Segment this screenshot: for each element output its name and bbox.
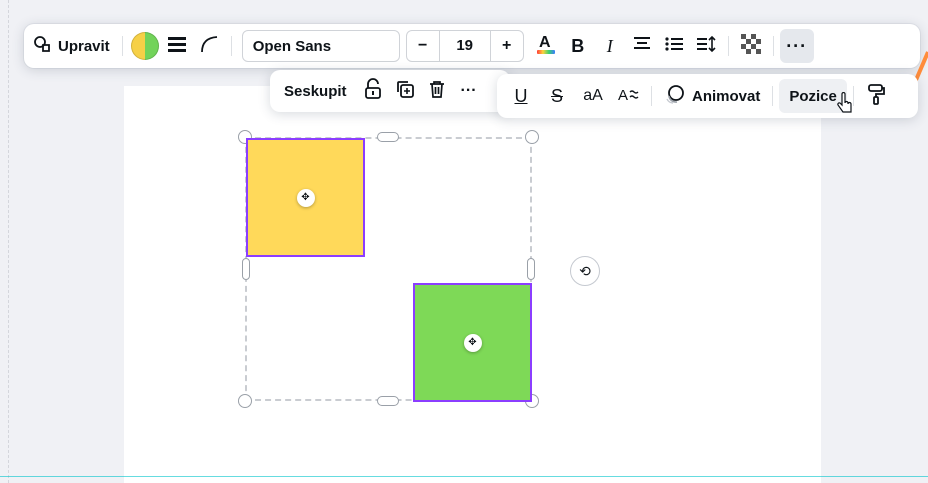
main-toolbar: Upravit Open Sans − 19 + A B I ··· [24, 24, 920, 68]
font-family-select[interactable]: Open Sans [241, 30, 400, 62]
spacing-button[interactable] [690, 30, 722, 62]
font-size-increase-button[interactable]: + [491, 31, 523, 61]
text-color-icon: A [535, 32, 557, 61]
font-size-stepper: − 19 + [405, 30, 524, 62]
list-icon [664, 35, 684, 58]
transparency-icon [740, 33, 761, 59]
strikethrough-button[interactable]: S [541, 80, 573, 112]
edit-button[interactable]: Upravit [24, 30, 116, 62]
paint-roller-icon [866, 83, 886, 110]
resize-handle-top-right[interactable] [525, 130, 539, 144]
resize-handle-bottom-left[interactable] [238, 394, 252, 408]
text-effects-button[interactable]: A [613, 80, 645, 112]
color-button[interactable] [129, 30, 161, 62]
yellow-square[interactable]: ✥ [246, 138, 365, 257]
font-effects-icon: A [618, 85, 640, 108]
animate-button[interactable]: Animovat [658, 80, 766, 112]
spacing-icon [696, 35, 716, 58]
search-edit-icon [32, 34, 52, 58]
ruler-guide [8, 0, 10, 483]
move-icon[interactable]: ✥ [463, 333, 482, 352]
text-color-button[interactable]: A [530, 30, 562, 62]
group-more-button[interactable]: ··· [453, 75, 485, 107]
font-size-decrease-button[interactable]: − [407, 31, 439, 61]
hand-cursor-icon [837, 92, 852, 113]
unlock-icon [363, 77, 383, 105]
rotate-icon[interactable]: ⟲ [570, 256, 600, 286]
more-options-button[interactable]: ··· [779, 29, 814, 63]
divider [230, 36, 232, 56]
animate-label: Animovat [692, 87, 761, 105]
color-swatch [130, 32, 159, 60]
underline-icon: U [514, 85, 528, 106]
resize-handle-top[interactable] [377, 132, 399, 142]
animate-icon [664, 83, 686, 109]
bold-button[interactable]: B [562, 30, 594, 62]
svg-text:A: A [618, 87, 628, 103]
divider [727, 36, 729, 56]
lock-button[interactable] [357, 75, 389, 107]
green-square[interactable]: ✥ [413, 283, 532, 402]
bold-icon: B [571, 35, 585, 56]
transparency-button[interactable] [735, 30, 767, 62]
divider [121, 36, 123, 56]
move-icon[interactable]: ✥ [296, 188, 315, 207]
page-bottom-guide [0, 476, 928, 477]
corner-rounding-button[interactable] [193, 30, 225, 62]
align-center-icon [632, 35, 652, 58]
font-size-value[interactable]: 19 [438, 31, 491, 61]
delete-button[interactable] [421, 75, 453, 107]
duplicate-icon [395, 79, 415, 104]
list-button[interactable] [658, 30, 690, 62]
group-button[interactable]: Seskupit [284, 75, 353, 107]
italic-button[interactable]: I [594, 30, 626, 62]
resize-handle-left[interactable] [242, 258, 250, 280]
resize-handle-bottom[interactable] [377, 396, 399, 406]
italic-icon: I [606, 35, 613, 56]
edit-button-label: Upravit [58, 37, 110, 55]
divider [772, 36, 774, 56]
strikethrough-icon: S [550, 85, 563, 106]
group-toolbar: Seskupit ··· [270, 70, 510, 112]
svg-text:A: A [539, 34, 551, 51]
divider [651, 86, 652, 106]
text-effects-toolbar: U S aA A Animovat Pozice [497, 74, 918, 118]
copy-style-button[interactable] [860, 80, 892, 112]
letter-case-button[interactable]: aA [577, 80, 609, 112]
divider [772, 86, 774, 106]
line-weight-icon [167, 35, 187, 58]
corner-curve-icon [199, 34, 219, 59]
resize-handle-right[interactable] [527, 258, 535, 280]
line-weight-button[interactable] [161, 30, 193, 62]
underline-button[interactable]: U [505, 80, 537, 112]
align-button[interactable] [626, 30, 658, 62]
duplicate-button[interactable] [389, 75, 421, 107]
trash-icon [427, 79, 447, 104]
